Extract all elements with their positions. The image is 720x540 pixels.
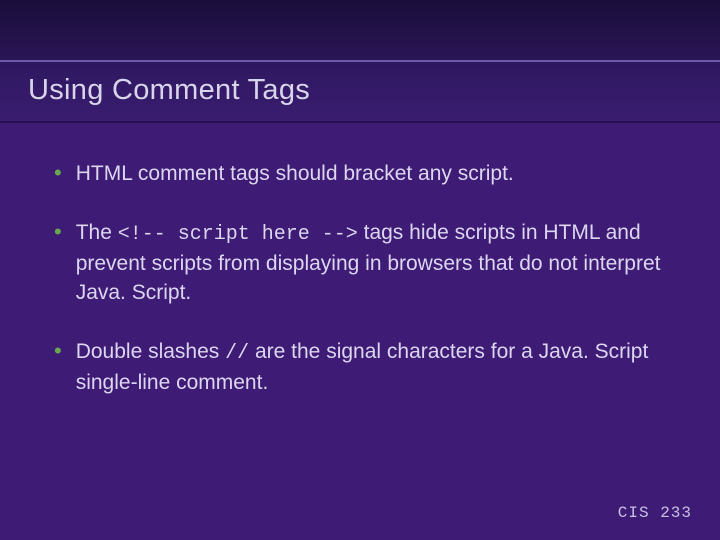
text-segment: HTML comment tags should bracket any scr…: [76, 162, 514, 185]
footer-course-id: CIS 233: [618, 504, 692, 522]
title-band: Using Comment Tags: [0, 60, 720, 123]
bullet-text: HTML comment tags should bracket any scr…: [76, 159, 514, 188]
top-band: [0, 0, 720, 60]
text-segment: The: [76, 221, 118, 244]
bullet-item: • The <!-- script here --> tags hide scr…: [54, 218, 666, 307]
bullet-icon: •: [54, 159, 62, 187]
bullet-item: • HTML comment tags should bracket any s…: [54, 159, 666, 188]
bullet-icon: •: [54, 337, 62, 365]
text-segment: Double slashes: [76, 340, 225, 363]
bullet-icon: •: [54, 218, 62, 246]
code-segment: <!-- script here -->: [118, 223, 358, 246]
slide-title: Using Comment Tags: [28, 74, 692, 107]
bullet-item: • Double slashes // are the signal chara…: [54, 337, 666, 397]
code-segment: //: [225, 342, 249, 365]
bullet-text: Double slashes // are the signal charact…: [76, 337, 666, 397]
slide-content: • HTML comment tags should bracket any s…: [0, 123, 720, 397]
bullet-text: The <!-- script here --> tags hide scrip…: [76, 218, 666, 307]
